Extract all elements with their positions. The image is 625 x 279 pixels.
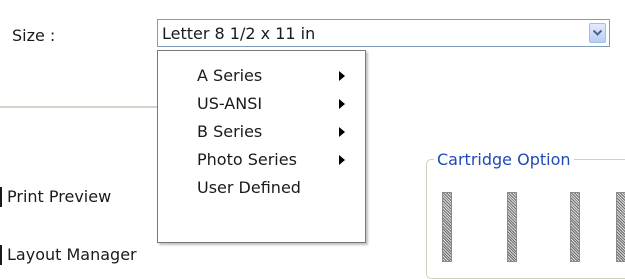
cartridge-slot-2 bbox=[507, 192, 517, 262]
separator bbox=[0, 106, 157, 109]
submenu-arrow-icon bbox=[339, 99, 345, 109]
menu-item-a-series[interactable]: A Series bbox=[158, 61, 365, 89]
cartridge-slot-3 bbox=[570, 192, 580, 262]
nav-layout-manager[interactable]: Layout Manager bbox=[0, 245, 137, 265]
menu-item-us-ansi[interactable]: US-ANSI bbox=[158, 89, 365, 117]
size-label: Size : bbox=[12, 26, 56, 45]
nav-print-preview[interactable]: Print Preview bbox=[0, 187, 111, 207]
menu-item-label: Photo Series bbox=[197, 150, 297, 169]
size-combobox-value: Letter 8 1/2 x 11 in bbox=[162, 24, 316, 43]
cartridge-slot-4 bbox=[616, 192, 625, 262]
menu-item-b-series[interactable]: B Series bbox=[158, 117, 365, 145]
menu-item-photo-series[interactable]: Photo Series bbox=[158, 145, 365, 173]
cartridge-option-title: Cartridge Option bbox=[434, 150, 574, 169]
menu-item-label: US-ANSI bbox=[197, 94, 263, 113]
size-combobox[interactable]: Letter 8 1/2 x 11 in bbox=[157, 19, 610, 47]
submenu-arrow-icon bbox=[339, 127, 345, 137]
submenu-arrow-icon bbox=[339, 71, 345, 81]
dropdown-button[interactable] bbox=[589, 23, 606, 43]
cartridge-option-group bbox=[426, 159, 625, 279]
chevron-down-icon bbox=[593, 30, 602, 36]
size-dropdown-menu: A Series US-ANSI B Series Photo Series U… bbox=[157, 50, 366, 243]
menu-item-label: User Defined bbox=[197, 178, 301, 197]
menu-item-label: A Series bbox=[197, 66, 263, 85]
cartridge-slot-1 bbox=[442, 192, 452, 262]
menu-item-user-defined[interactable]: User Defined bbox=[158, 173, 365, 201]
submenu-arrow-icon bbox=[339, 155, 345, 165]
menu-item-label: B Series bbox=[197, 122, 263, 141]
